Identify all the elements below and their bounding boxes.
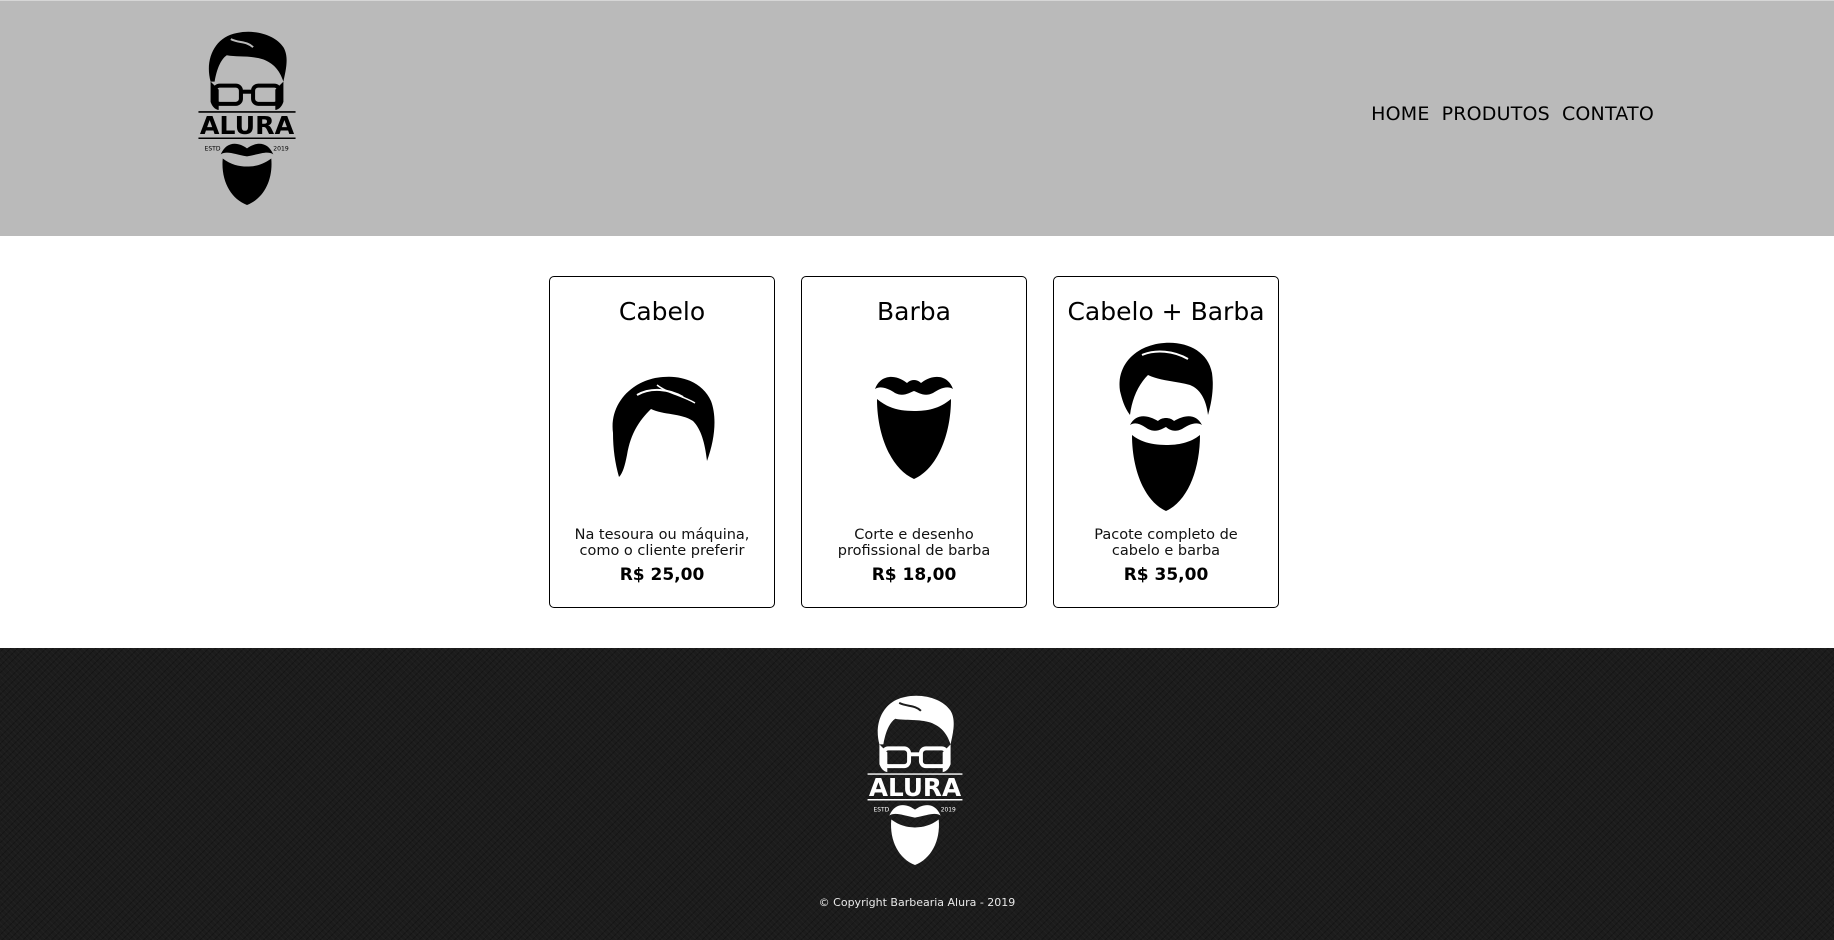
product-price: R$ 25,00 (619, 565, 705, 585)
product-card-cabelo[interactable]: Cabelo Na tesoura ou máquina, como o clie… (549, 276, 775, 608)
product-title: Barba (877, 297, 951, 326)
hair-and-beard-icon (1054, 341, 1278, 511)
copyright-text: © Copyright Barbearia Alura - 2019 (818, 896, 1016, 909)
alura-logo-year: 2019 (273, 145, 289, 152)
nav-contato[interactable]: CONTATO (1562, 103, 1654, 125)
product-card-barba[interactable]: Barba Corte e desenho profissional de bar… (801, 276, 1027, 608)
product-list: Cabelo Na tesoura ou máquina, como o clie… (549, 276, 1279, 608)
product-description: Na tesoura ou máquina, como o cliente pre… (574, 527, 750, 559)
product-price: R$ 35,00 (1123, 565, 1209, 585)
alura-logo[interactable]: ALURA ESTD 2019 (196, 29, 298, 207)
alura-footer-logo-text: ALURA (869, 773, 961, 802)
alura-logo-estd: ESTD (205, 145, 221, 152)
products-section: Cabelo Na tesoura ou máquina, como o clie… (0, 236, 1834, 648)
site-footer: ALURA ESTD 2019 © Copyright Barbearia Al… (0, 648, 1834, 940)
alura-footer-logo[interactable]: ALURA ESTD 2019 (865, 693, 965, 867)
alura-footer-logo-year: 2019 (941, 807, 956, 814)
alura-logo-text: ALURA (200, 111, 295, 140)
product-description: Pacote completo de cabelo e barba (1094, 527, 1238, 559)
hair-icon (550, 373, 774, 477)
product-card-cabelo-barba[interactable]: Cabelo + Barba Pacote completo de cabelo … (1053, 276, 1279, 608)
product-description: Corte e desenho profissional de barba (837, 527, 991, 559)
product-title: Cabelo + Barba (1067, 297, 1265, 326)
product-price: R$ 18,00 (871, 565, 957, 585)
product-title: Cabelo (618, 297, 706, 326)
nav-home[interactable]: HOME (1371, 103, 1429, 125)
main-nav: HOME PRODUTOS CONTATO (1371, 103, 1654, 125)
nav-produtos[interactable]: PRODUTOS (1442, 103, 1550, 125)
site-header: ALURA ESTD 2019 HOME PRODUTOS CONTATO (0, 0, 1834, 236)
alura-footer-logo-estd: ESTD (873, 807, 889, 814)
beard-icon (802, 371, 1026, 481)
